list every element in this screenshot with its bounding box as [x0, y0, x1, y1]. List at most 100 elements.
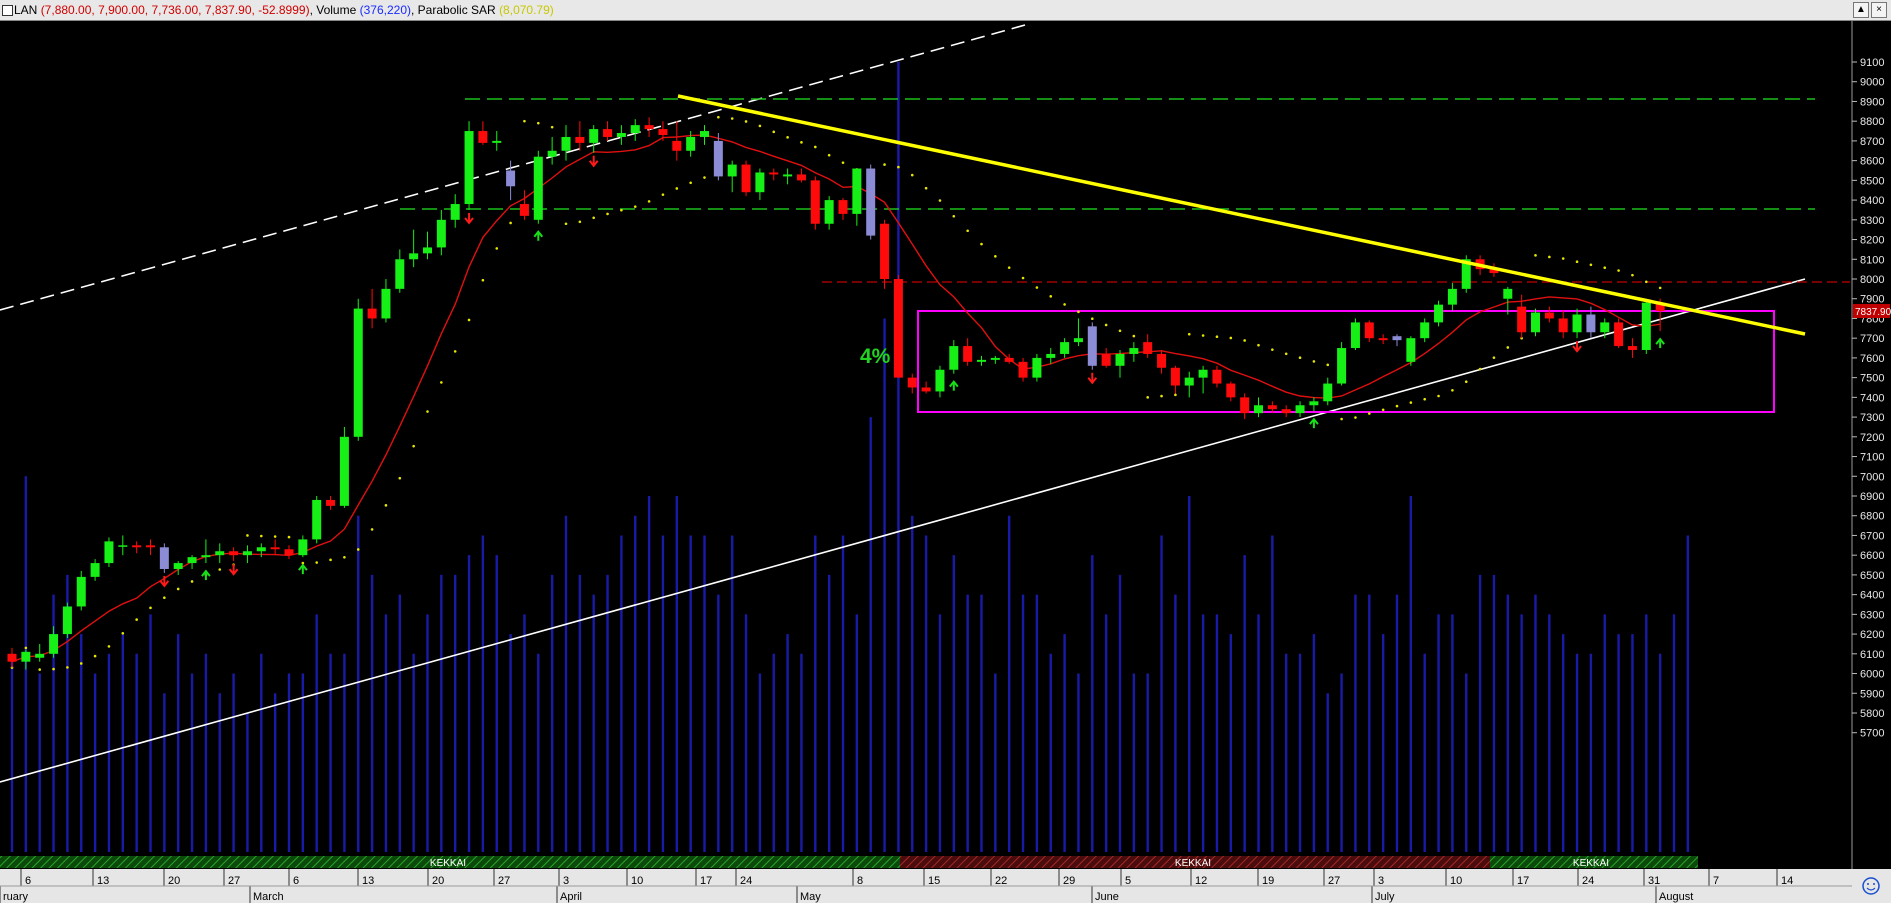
candle-body: [173, 563, 183, 569]
x-day-label: 10: [1450, 875, 1462, 887]
sar-dot: [606, 212, 609, 216]
candle-body: [284, 549, 294, 556]
close-button[interactable]: ×: [1871, 2, 1887, 18]
candle-body: [298, 539, 308, 556]
candle-body: [1295, 405, 1305, 414]
sar-dot: [481, 278, 485, 282]
y-tick-label: 5700: [1860, 728, 1884, 740]
sar-dot: [1312, 360, 1316, 363]
candle-body: [1309, 401, 1319, 406]
sar-dot: [1631, 273, 1634, 277]
y-tick-label: 8000: [1860, 274, 1884, 286]
candle-body: [270, 547, 280, 550]
sar-dot: [814, 145, 817, 149]
candle-body: [1614, 322, 1624, 347]
x-month-label: April: [560, 891, 582, 903]
x-day-label: 27: [498, 875, 510, 887]
candle-body: [783, 174, 793, 177]
sar-dot: [883, 163, 886, 166]
sar-dot: [1492, 356, 1496, 359]
candle-body: [229, 551, 239, 556]
x-day-label: 3: [1378, 875, 1384, 887]
x-month-label: August: [1659, 891, 1693, 903]
y-tick-label: 6000: [1860, 669, 1884, 681]
scroll-up-button[interactable]: ▲: [1853, 2, 1869, 18]
candle-body: [1060, 342, 1070, 354]
y-tick-label: 8300: [1860, 215, 1884, 227]
sar-dot: [329, 558, 332, 562]
candle-body: [492, 140, 502, 143]
candle-body: [21, 651, 31, 662]
kekkai-label: KEKKAI: [1175, 858, 1211, 869]
candle-body: [187, 557, 197, 564]
candle-body: [478, 131, 488, 143]
candle-body: [700, 131, 709, 137]
candle-body: [1267, 405, 1277, 410]
sar-dot: [980, 242, 983, 246]
candle-body: [907, 377, 917, 388]
sar-dot: [453, 350, 457, 353]
candle-body: [644, 125, 654, 130]
sar-dot: [1257, 343, 1260, 347]
x-month-label: May: [800, 891, 821, 903]
candle-body: [630, 125, 640, 134]
sar-dot: [523, 119, 526, 123]
x-day-label: 20: [432, 875, 444, 887]
y-tick-label: 6500: [1860, 570, 1884, 582]
candle-body: [1558, 318, 1568, 333]
sar-dot: [786, 136, 789, 139]
smiley-eye: [1873, 883, 1875, 885]
sar-dot: [1451, 388, 1454, 392]
sar-dot: [1589, 263, 1593, 267]
candle-body: [450, 204, 460, 220]
sar-dot: [163, 596, 166, 599]
candle-body: [1073, 338, 1083, 343]
y-tick-label: 7500: [1860, 373, 1884, 385]
x-month-label: June: [1095, 891, 1119, 903]
candle-body: [949, 346, 959, 370]
sar-dot: [121, 632, 125, 635]
sar-dot: [1603, 266, 1607, 270]
sar-dot: [1215, 335, 1219, 339]
sar-dot: [1340, 417, 1343, 421]
candle-body: [326, 499, 336, 506]
candle-body: [575, 136, 585, 143]
sar-dot: [675, 187, 679, 190]
sar-dot: [897, 165, 900, 169]
candle-body: [561, 136, 571, 151]
sar-dot: [592, 216, 595, 220]
x-day-label: 13: [97, 875, 109, 887]
y-tick-label: 6100: [1860, 649, 1884, 661]
candle-body: [1420, 322, 1430, 339]
sar-dot: [1201, 334, 1205, 337]
chart-area[interactable]: KEKKAI KEKKAI KEKKAI 4% 570058005900600061…: [0, 0, 1891, 903]
y-tick-label: 8700: [1860, 136, 1884, 148]
candle-body: [506, 170, 516, 187]
kekkai-label: KEKKAI: [430, 858, 466, 869]
sar-dot: [758, 124, 762, 128]
candle-body: [90, 563, 100, 577]
corner-panel: [1852, 869, 1891, 903]
sar-label: Parabolic SAR: [417, 3, 496, 17]
y-tick-label: 7000: [1860, 471, 1884, 483]
sar-dot: [398, 476, 402, 480]
y-tick-label: 8900: [1860, 96, 1884, 108]
x-day-label: 3: [563, 875, 569, 887]
candle-body: [159, 547, 169, 569]
x-day-label: 6: [293, 875, 299, 887]
sar-dot: [315, 561, 319, 564]
sar-dot: [107, 645, 111, 648]
sar-dot: [952, 214, 956, 218]
sar-dot: [1478, 367, 1482, 371]
candle-body: [713, 140, 723, 177]
candle-body: [395, 259, 405, 289]
sar-dot: [343, 555, 346, 559]
x-day-label: 20: [168, 875, 180, 887]
sar-dot: [1395, 404, 1399, 408]
volume-label: Volume: [316, 3, 357, 17]
smiley-eye: [1867, 883, 1869, 885]
x-day-label: 15: [928, 875, 940, 887]
candle-body: [132, 545, 142, 548]
x-month-label: July: [1375, 891, 1395, 903]
candle-body: [1447, 288, 1457, 305]
